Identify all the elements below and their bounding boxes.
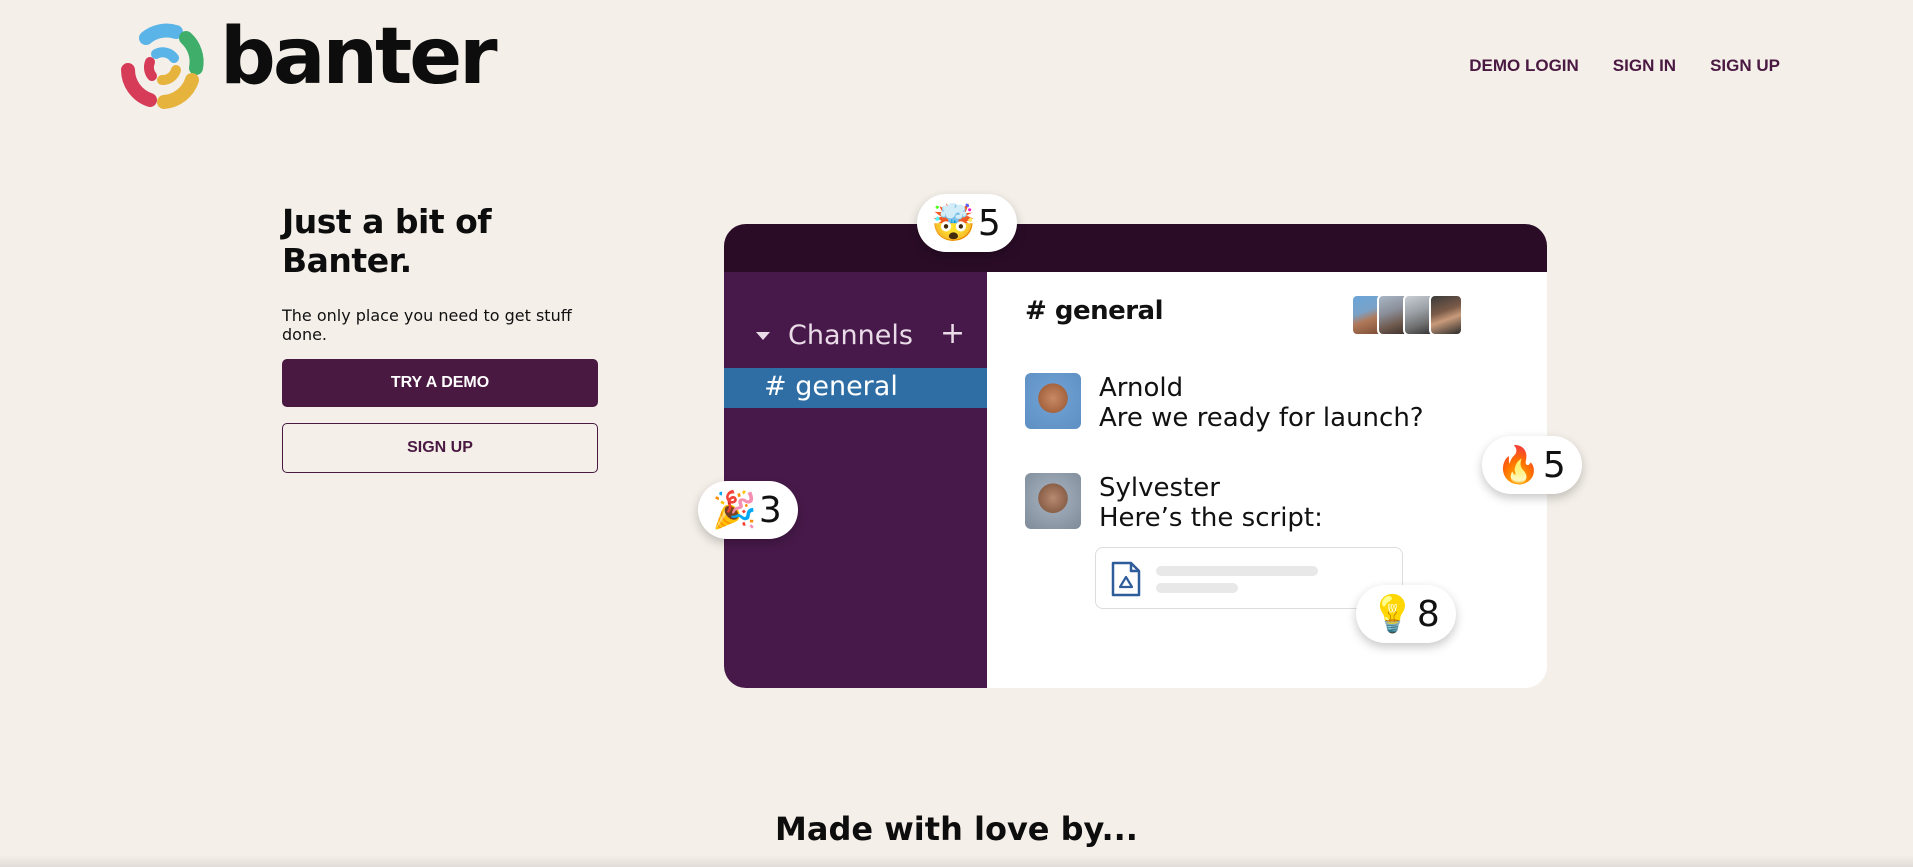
reaction-light-bulb[interactable]: 💡 8 bbox=[1356, 585, 1456, 643]
sign-up-button[interactable]: SIGN UP bbox=[282, 423, 598, 473]
avatar bbox=[1429, 294, 1463, 336]
preview-sidebar: Channels + # general bbox=[724, 272, 987, 688]
exploding-head-icon: 🤯 bbox=[931, 203, 976, 244]
preview-topbar bbox=[724, 224, 1547, 272]
hero-section: Just a bit of Banter. The only place you… bbox=[282, 202, 598, 473]
member-avatars bbox=[1351, 294, 1463, 336]
brand-logo[interactable]: banter bbox=[116, 12, 498, 110]
channel-title: # general bbox=[1025, 296, 1164, 326]
reaction-count: 8 bbox=[1416, 593, 1440, 635]
message-text: Here’s the script: bbox=[1099, 503, 1323, 533]
channels-label: Channels bbox=[788, 320, 913, 351]
sign-up-link[interactable]: SIGN UP bbox=[1710, 56, 1780, 76]
message-author: Sylvester bbox=[1099, 473, 1220, 503]
top-nav: DEMO LOGIN SIGN IN SIGN UP bbox=[1469, 56, 1780, 76]
preview-main: # general Arnold Are we ready for launch… bbox=[987, 272, 1547, 688]
avatar bbox=[1025, 373, 1081, 429]
hero-title: Just a bit of Banter. bbox=[282, 202, 492, 280]
brand-name: banter bbox=[220, 12, 498, 102]
message-text: Are we ready for launch? bbox=[1099, 403, 1424, 433]
sidebar-item-general: # general bbox=[724, 368, 987, 408]
hero-subtitle: The only place you need to get stuff don… bbox=[282, 306, 572, 344]
reaction-count: 5 bbox=[1542, 444, 1566, 486]
reaction-count: 3 bbox=[758, 489, 782, 531]
avatar bbox=[1025, 473, 1081, 529]
reaction-count: 5 bbox=[977, 202, 1001, 244]
message: Sylvester Here’s the script: bbox=[1025, 473, 1323, 533]
document-icon bbox=[1111, 561, 1141, 597]
file-meta-placeholder bbox=[1156, 583, 1238, 593]
channels-header: Channels bbox=[756, 320, 913, 351]
message-author: Arnold bbox=[1099, 373, 1184, 403]
file-name-placeholder bbox=[1156, 566, 1318, 576]
try-demo-button[interactable]: TRY A DEMO bbox=[282, 359, 598, 407]
reaction-fire[interactable]: 🔥 5 bbox=[1482, 436, 1582, 494]
caret-down-icon bbox=[756, 331, 770, 340]
banter-logo-icon bbox=[121, 23, 204, 109]
light-bulb-icon: 💡 bbox=[1370, 594, 1415, 635]
message: Arnold Are we ready for launch? bbox=[1025, 373, 1424, 433]
file-attachment bbox=[1095, 547, 1403, 609]
made-with-heading: Made with love by... bbox=[775, 810, 1138, 848]
fire-icon: 🔥 bbox=[1496, 445, 1541, 486]
demo-login-link[interactable]: DEMO LOGIN bbox=[1469, 56, 1579, 76]
section-divider bbox=[0, 855, 1913, 867]
sign-in-link[interactable]: SIGN IN bbox=[1613, 56, 1676, 76]
party-popper-icon: 🎉 bbox=[712, 490, 757, 531]
reaction-exploding-head[interactable]: 🤯 5 bbox=[917, 194, 1017, 252]
add-channel-icon: + bbox=[940, 316, 966, 351]
reaction-party-popper[interactable]: 🎉 3 bbox=[698, 481, 798, 539]
